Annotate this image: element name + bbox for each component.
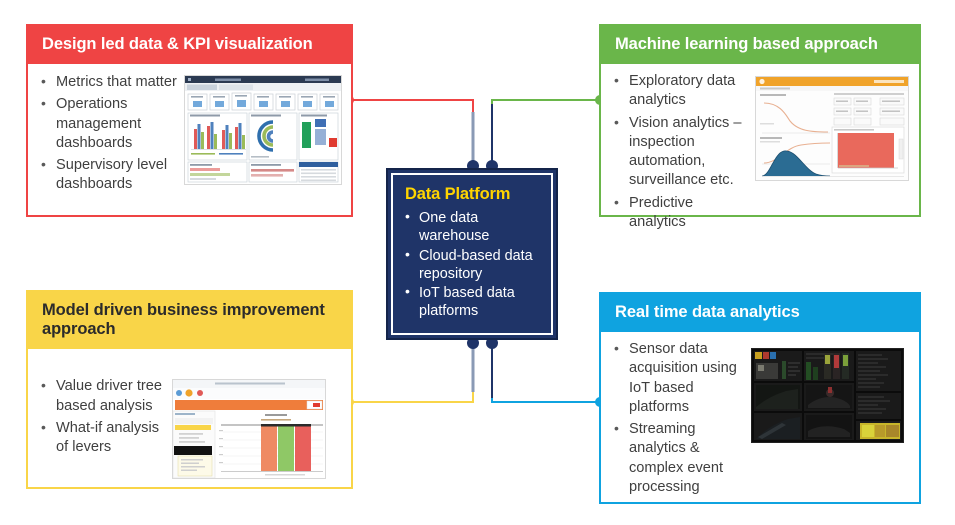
card-design-led-visualization[interactable]: Design led data & KPI visualization Metr… xyxy=(26,24,353,217)
platform-title: Data Platform xyxy=(405,185,511,203)
card-real-time-analytics[interactable]: Real time data analytics Sensor data acq… xyxy=(599,292,921,504)
card-design-header: Design led data & KPI visualization xyxy=(28,26,351,65)
list-item: Operations management dashboards xyxy=(38,94,180,153)
list-item: What-if analysis of levers xyxy=(38,418,168,458)
card-model-bullets: Value driver tree based analysis What-if… xyxy=(38,357,168,460)
connector-design xyxy=(344,95,479,172)
card-rt-bullets: Sensor data acquisition using IoT based … xyxy=(611,339,747,500)
card-design-bullets: Metrics that matter Operations managemen… xyxy=(38,72,180,198)
list-item: Supervisory level dashboards xyxy=(38,155,180,195)
platform-bullets: One data warehouse Cloud-based data repo… xyxy=(405,208,541,321)
list-item: Vision analytics – inspection automation… xyxy=(611,113,751,191)
card-rt-header: Real time data analytics xyxy=(601,294,919,333)
card-ml-header: Machine learning based approach xyxy=(601,26,919,65)
card-ml-bullets: Exploratory data analytics Vision analyt… xyxy=(611,71,751,235)
list-item: Streaming analytics & complex event proc… xyxy=(611,419,747,497)
list-item: Exploratory data analytics xyxy=(611,71,751,111)
connector-ml xyxy=(486,95,605,172)
card-rt-body: Sensor data acquisition using IoT based … xyxy=(601,332,919,508)
connector-model xyxy=(344,337,479,407)
card-ml-body: Exploratory data analytics Vision analyt… xyxy=(601,64,919,243)
card-model-header: Model driven business improvement approa… xyxy=(28,292,351,350)
card-model-body: Value driver tree based analysis What-if… xyxy=(28,349,351,487)
list-item: Metrics that matter xyxy=(38,72,180,92)
list-item: Sensor data acquisition using IoT based … xyxy=(611,339,747,417)
list-item: Cloud-based data repository xyxy=(405,246,541,284)
list-item: IoT based data platforms xyxy=(405,283,541,321)
card-machine-learning[interactable]: Machine learning based approach Explorat… xyxy=(599,24,921,230)
center-node-data-platform[interactable]: Data Platform One data warehouse Cloud-b… xyxy=(386,168,558,340)
platform-inner-frame: Data Platform One data warehouse Cloud-b… xyxy=(391,173,553,335)
connector-realtime xyxy=(486,337,605,407)
list-item: Predictive analytics xyxy=(611,193,751,233)
value-driver-tree-screenshot xyxy=(172,379,326,480)
kpi-dashboard-screenshot xyxy=(184,75,342,186)
card-design-body: Metrics that matter Operations managemen… xyxy=(28,64,351,215)
card-model-driven-improvement[interactable]: Model driven business improvement approa… xyxy=(26,290,353,489)
list-item: One data warehouse xyxy=(405,208,541,246)
iot-monitoring-wall-screenshot xyxy=(751,348,904,444)
list-item: Value driver tree based analysis xyxy=(38,376,168,416)
analytics-charts-screenshot xyxy=(755,76,909,182)
